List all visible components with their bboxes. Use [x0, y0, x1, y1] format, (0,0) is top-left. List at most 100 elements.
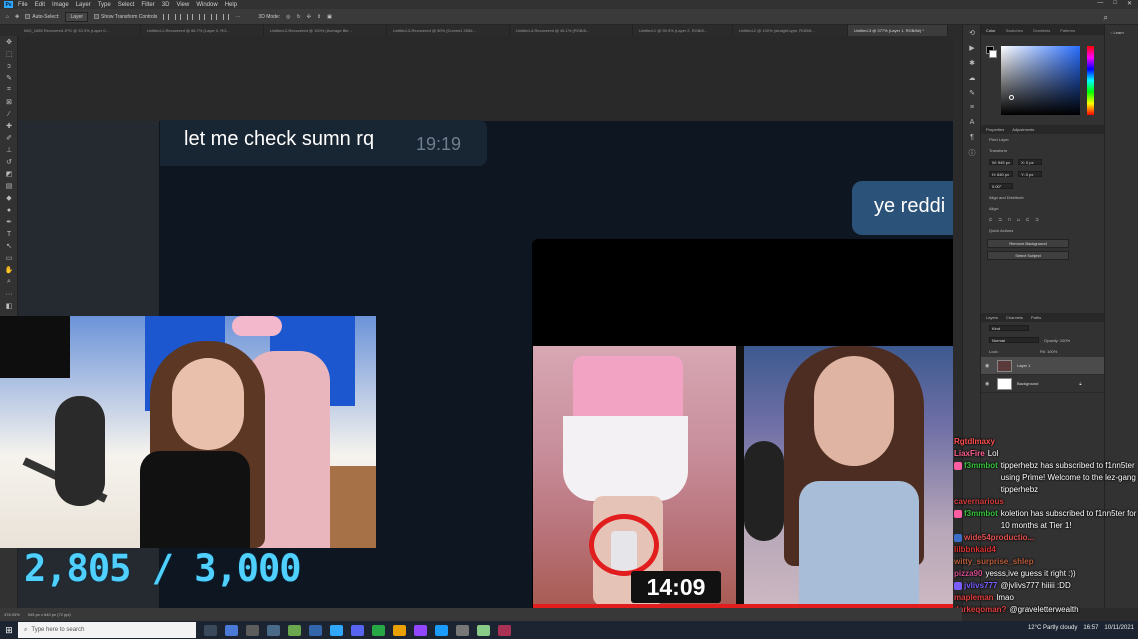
photoshop-icon[interactable]	[330, 624, 343, 636]
zoom-tool-icon[interactable]: ⌕	[0, 276, 18, 288]
chat-username[interactable]: LiaxFire	[954, 448, 985, 460]
search-icon[interactable]: ⌕	[1104, 13, 1108, 23]
align-middle-icon[interactable]	[211, 13, 218, 20]
actions-icon[interactable]: ▶	[963, 40, 981, 55]
visibility-eye-icon[interactable]: ◉	[985, 381, 992, 387]
tab-properties[interactable]: Properties	[986, 127, 1004, 132]
quick-select-tool-icon[interactable]: ✎	[0, 72, 18, 84]
menu-help[interactable]: Help	[225, 2, 237, 8]
menu-edit[interactable]: Edit	[35, 2, 45, 8]
align-bottom-icon[interactable]	[223, 13, 230, 20]
shape-tool-icon[interactable]: ▭	[0, 252, 18, 264]
tab-doc-4[interactable]: Untitled-3-Recovered @ 50% (Curves1 2556…	[387, 25, 510, 36]
color-picker-field[interactable]	[1001, 46, 1080, 115]
angle-field[interactable]: 0.00°	[989, 183, 1013, 189]
chat-username[interactable]: pizza90	[954, 568, 982, 580]
path-select-tool-icon[interactable]: ↖	[0, 240, 18, 252]
remove-background-button[interactable]: Remove Background	[987, 239, 1069, 248]
3d-orbit-icon[interactable]: ◎	[286, 14, 290, 20]
align-center-icon[interactable]	[175, 13, 182, 20]
tab-doc-3[interactable]: Untitled-2-Recovered @ 100% (Average Ble…	[264, 25, 387, 36]
menu-window[interactable]: Window	[196, 2, 217, 8]
tab-adjustments[interactable]: Adjustments	[1012, 127, 1034, 132]
maximize-icon[interactable]: □	[1113, 0, 1117, 7]
pen-tool-icon[interactable]: ✒	[0, 216, 18, 228]
app-icon-2[interactable]	[477, 624, 490, 636]
tab-doc-7[interactable]: Untitled-2 @ 100% (straight-type, RGB/8.…	[733, 25, 848, 36]
background-color-swatch[interactable]	[989, 50, 997, 58]
file-explorer-icon[interactable]	[267, 624, 280, 636]
chat-username[interactable]: mapleman	[954, 592, 994, 604]
eraser-tool-icon[interactable]: ◩	[0, 168, 18, 180]
visibility-eye-icon[interactable]: ◉	[985, 363, 992, 369]
weather-widget[interactable]: 12°C Partly cloudy	[1028, 625, 1077, 631]
edge-icon[interactable]	[225, 624, 238, 636]
home-icon[interactable]: ⌂	[6, 14, 9, 20]
learn-label[interactable]: Learn	[1114, 30, 1124, 35]
y-field[interactable]: Y: 0 px	[1018, 171, 1043, 177]
menu-view[interactable]: View	[176, 2, 189, 8]
3d-roll-icon[interactable]: ↻	[296, 14, 300, 20]
frame-tool-icon[interactable]: ⊠	[0, 96, 18, 108]
height-field[interactable]: H: 640 px	[989, 171, 1013, 177]
menu-layer[interactable]: Layer	[76, 2, 91, 8]
menu-image[interactable]: Image	[52, 2, 69, 8]
dodge-tool-icon[interactable]: ●	[0, 204, 18, 216]
align-top-icon[interactable]	[199, 13, 206, 20]
character-icon[interactable]: A	[963, 115, 981, 130]
chat-username[interactable]: Rgtdlmaxy	[954, 436, 995, 448]
chat-username[interactable]: lilbbnkaid4	[954, 544, 996, 556]
history-brush-tool-icon[interactable]: ↺	[0, 156, 18, 168]
align-header[interactable]: Align and Distribute	[981, 192, 1105, 203]
spotify-icon[interactable]	[372, 624, 385, 636]
chat-username[interactable]: wide54productio...	[964, 532, 1034, 544]
close-icon[interactable]: ✕	[1127, 0, 1132, 7]
color-picker-cursor[interactable]	[1009, 95, 1014, 100]
tab-doc-6[interactable]: Untitled-1 @ 90.9% (Layer 2, RGB/8...	[633, 25, 733, 36]
stamp-tool-icon[interactable]: ⊥	[0, 144, 18, 156]
clock-time[interactable]: 16:57	[1083, 625, 1098, 631]
clock-date[interactable]: 10/11/2021	[1104, 625, 1134, 631]
settings-icon[interactable]	[456, 624, 469, 636]
tab-doc-active[interactable]: Untitled-3 @ 377% (Layer 1, RGB/8#) *	[848, 25, 948, 36]
3d-pan-icon[interactable]: ✣	[307, 14, 311, 20]
select-subject-button[interactable]: Select Subject	[987, 251, 1069, 260]
transform-controls-checkbox[interactable]: Show Transform Controls	[94, 14, 157, 20]
blur-tool-icon[interactable]: ◆	[0, 192, 18, 204]
color-swatches-icon[interactable]: ◧	[0, 300, 18, 312]
tab-swatches[interactable]: Swatches	[1001, 28, 1028, 33]
gradient-tool-icon[interactable]: ▤	[0, 180, 18, 192]
twitch-icon[interactable]	[414, 624, 427, 636]
tab-color[interactable]: Color	[981, 28, 1001, 33]
adjust-icon[interactable]: ≡	[963, 100, 981, 115]
move-tool-icon[interactable]: ✥	[0, 36, 18, 48]
obs-icon[interactable]	[246, 624, 259, 636]
telegram-icon[interactable]	[309, 624, 322, 636]
tab-channels[interactable]: Channels	[1006, 315, 1023, 320]
align-right-icon[interactable]	[187, 13, 194, 20]
auto-select-dropdown[interactable]: Layer	[65, 11, 88, 22]
brush-tool-icon[interactable]: ✐	[0, 132, 18, 144]
healing-tool-icon[interactable]: ✚	[0, 120, 18, 132]
brushes-icon[interactable]: ✎	[963, 85, 981, 100]
chat-username[interactable]: f3mmbot	[964, 460, 998, 496]
3d-slide-icon[interactable]: ⇕	[317, 14, 321, 20]
zoom-level[interactable]: 376.93%	[4, 612, 20, 617]
history-icon[interactable]: ⟲	[963, 25, 981, 40]
eyedropper-tool-icon[interactable]: ⁄	[0, 108, 18, 120]
layer-filter-kind[interactable]: Kind	[989, 325, 1029, 331]
chat-username[interactable]: jvlivs777	[964, 580, 997, 592]
chat-username[interactable]: witty_surprise_shlep	[954, 556, 1034, 568]
menu-type[interactable]: Type	[98, 2, 111, 8]
glyphs-icon[interactable]: ✱	[963, 55, 981, 70]
edit-toolbar-icon[interactable]: ···	[0, 288, 18, 300]
hand-tool-icon[interactable]: ✋	[0, 264, 18, 276]
tab-layers[interactable]: Layers	[986, 315, 998, 320]
tab-paths[interactable]: Paths	[1031, 315, 1041, 320]
x-field[interactable]: X: 0 px	[1018, 159, 1043, 165]
quick-actions-header[interactable]: Quick Actions	[981, 225, 1105, 236]
windows-start-icon[interactable]: ⊞	[0, 621, 18, 639]
info-icon[interactable]: ⓘ	[963, 145, 981, 160]
marquee-tool-icon[interactable]: ⬚	[0, 48, 18, 60]
align-left-icon[interactable]	[163, 13, 170, 20]
